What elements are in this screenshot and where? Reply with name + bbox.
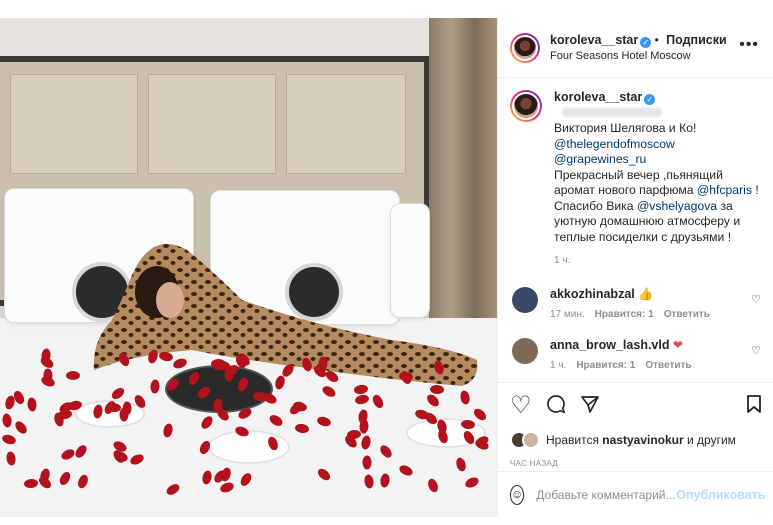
add-comment-bar: ☺ Опубликовать bbox=[498, 471, 773, 517]
liker-avatar bbox=[522, 431, 540, 449]
comment-like-heart-icon[interactable]: ♡ bbox=[751, 293, 761, 306]
post-sidebar: koroleva__star ✓ • Подписки Four Seasons … bbox=[497, 18, 773, 517]
caption-text: Прекрасный вечер ,пьянящий аромат нового… bbox=[554, 167, 759, 244]
mention-link[interactable]: @vshelyagova bbox=[637, 199, 717, 213]
comment-time[interactable]: 1 ч. bbox=[550, 360, 566, 371]
post-actions: ♡ Нравится nastyavinokur и другим ЧАС НА… bbox=[498, 382, 773, 468]
comment-bubble-icon[interactable] bbox=[546, 394, 566, 418]
like-heart-icon[interactable]: ♡ bbox=[510, 394, 532, 418]
following-button[interactable]: Подписки bbox=[666, 33, 727, 47]
comment-text: 👍 bbox=[638, 286, 654, 301]
location-link[interactable]: Four Seasons Hotel Moscow bbox=[550, 48, 727, 64]
reply-button[interactable]: Ответить bbox=[664, 309, 710, 320]
comment-like-heart-icon[interactable]: ♡ bbox=[751, 344, 761, 357]
verified-badge-icon: ✓ bbox=[640, 36, 652, 48]
caption-time[interactable]: 1 ч. bbox=[554, 253, 761, 269]
instagram-post: koroleva__star ✓ • Подписки Four Seasons … bbox=[0, 0, 773, 525]
post-photo[interactable] bbox=[0, 18, 497, 517]
likes-summary[interactable]: Нравится nastyavinokur и другим bbox=[510, 431, 762, 449]
post-time[interactable]: ЧАС НАЗАД bbox=[510, 459, 762, 468]
comment-text: ❤ bbox=[672, 337, 684, 352]
bookmark-icon[interactable] bbox=[746, 394, 762, 418]
commenter-avatar[interactable] bbox=[512, 286, 538, 313]
caption-avatar[interactable] bbox=[510, 90, 542, 122]
author-avatar[interactable] bbox=[510, 32, 540, 63]
comment-time[interactable]: 17 мин. bbox=[550, 309, 585, 320]
rose-petal bbox=[362, 455, 372, 470]
rose-petal bbox=[66, 371, 80, 380]
emoji-icon[interactable]: ☺ bbox=[510, 484, 525, 505]
reply-button[interactable]: Ответить bbox=[645, 360, 691, 371]
commenter-username[interactable]: akkozhinabzal bbox=[550, 287, 635, 301]
caption-username[interactable]: koroleva__star bbox=[554, 90, 642, 104]
more-options-icon[interactable]: ••• bbox=[739, 37, 759, 53]
caption-line: Виктория Шелягова и Ко! bbox=[554, 121, 697, 135]
comment-likes[interactable]: Нравится: 1 bbox=[595, 309, 654, 320]
comment-item: anna_brow_lash.vld ❤ 1 ч. Нравится: 1 Отве… bbox=[510, 337, 761, 371]
post-header: koroleva__star ✓ • Подписки Four Seasons … bbox=[498, 18, 773, 78]
comment-input[interactable] bbox=[536, 487, 677, 502]
liker-username[interactable]: nastyavinokur bbox=[602, 433, 683, 447]
mention-link[interactable]: @thelegendofmoscow bbox=[554, 137, 761, 153]
publish-button[interactable]: Опубликовать bbox=[676, 488, 765, 502]
comment-likes[interactable]: Нравится: 1 bbox=[576, 360, 635, 371]
comment-item: akkozhinabzal 👍 17 мин. Нравится: 1 Ответи… bbox=[510, 286, 761, 320]
share-send-icon[interactable] bbox=[580, 394, 600, 418]
blurred-text bbox=[562, 107, 662, 117]
mention-link[interactable]: @hfcparis bbox=[697, 183, 752, 197]
commenter-avatar[interactable] bbox=[512, 337, 538, 364]
commenter-username[interactable]: anna_brow_lash.vld bbox=[550, 338, 669, 352]
author-username[interactable]: koroleva__star bbox=[550, 33, 638, 47]
post-caption: koroleva__star ✓ Виктория Шелягова и Ко! … bbox=[510, 90, 761, 269]
comments-list[interactable]: koroleva__star ✓ Виктория Шелягова и Ко! … bbox=[498, 78, 773, 415]
mention-link[interactable]: @grapewines_ru bbox=[554, 152, 761, 168]
verified-badge-icon: ✓ bbox=[644, 94, 656, 105]
